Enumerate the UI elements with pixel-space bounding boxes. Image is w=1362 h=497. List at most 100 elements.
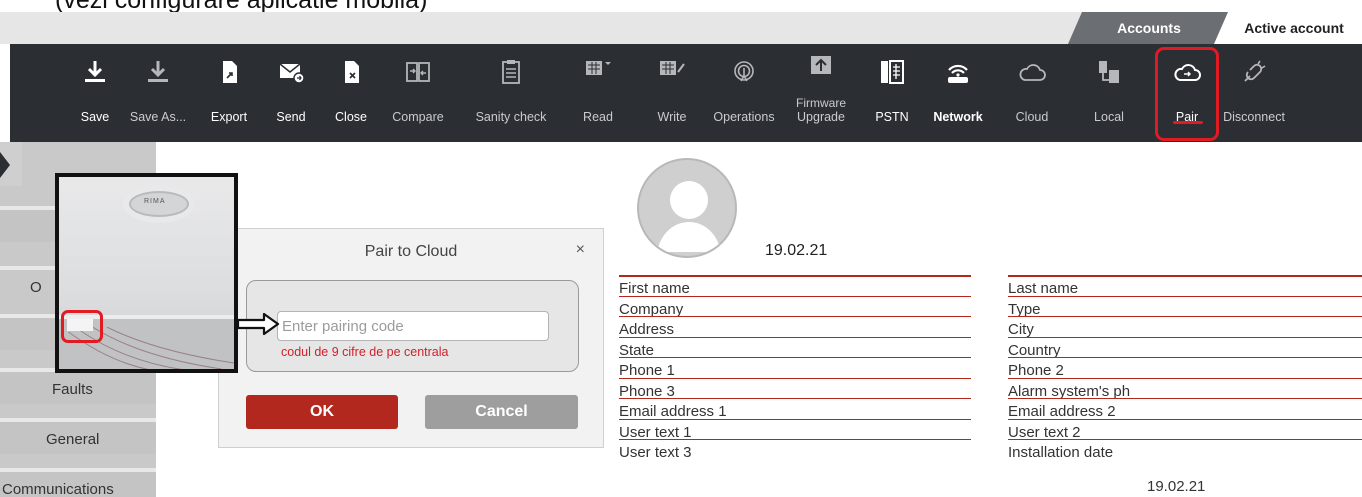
close-button[interactable]: Close	[328, 44, 374, 142]
checklist-icon	[502, 60, 520, 84]
field-divider	[1008, 398, 1362, 399]
field-label[interactable]: Country	[1008, 340, 1061, 362]
compare-button[interactable]: Compare	[384, 44, 452, 142]
field-divider	[1008, 439, 1362, 440]
calendar-read-icon	[586, 61, 611, 75]
unlink-icon	[1244, 60, 1266, 82]
field-divider	[619, 275, 971, 277]
field-label[interactable]: Alarm system's ph	[1008, 381, 1130, 403]
pairing-code-input[interactable]	[277, 311, 549, 341]
field-label[interactable]: Email address 1	[619, 401, 727, 423]
export-button[interactable]: Export	[202, 44, 256, 142]
read-button[interactable]: Read	[572, 44, 624, 142]
app-window: (vezi configurare aplicatie mobila) Acco…	[0, 0, 1362, 497]
disconnect-label: Disconnect	[1223, 110, 1285, 124]
tab-accounts[interactable]: Accounts	[1068, 12, 1230, 44]
field-divider	[619, 418, 971, 420]
close-icon[interactable]: ×	[576, 241, 585, 259]
field-divider	[1008, 316, 1362, 317]
usb-plug-icon	[1099, 61, 1119, 83]
phone-keypad-icon	[881, 60, 904, 84]
firmware-upgrade-button[interactable]: Firmware Upgrade	[786, 44, 856, 142]
profile-date: 19.02.21	[765, 242, 828, 259]
local-label: Local	[1094, 110, 1124, 124]
field-label[interactable]: Email address 2	[1008, 401, 1116, 423]
compare-icon	[406, 62, 430, 82]
sidebar-item-faults[interactable]: Faults	[0, 368, 156, 404]
field-divider	[619, 357, 971, 358]
fingerprint-icon	[734, 61, 754, 82]
field-label[interactable]: User text 3	[619, 442, 692, 464]
pairing-code-group: codul de 9 cifre de pe centrala	[246, 280, 579, 372]
cloud-label: Cloud	[1015, 110, 1049, 124]
field-label[interactable]: User text 1	[619, 422, 692, 444]
close-label: Close	[335, 110, 367, 124]
send-button[interactable]: Send	[266, 44, 316, 142]
device-logo: RIMA	[144, 198, 166, 205]
sanity-check-button[interactable]: Sanity check	[458, 44, 564, 142]
pstn-label: PSTN	[875, 110, 909, 124]
pair-highlight-box	[1155, 47, 1219, 141]
operations-button[interactable]: Operations	[706, 44, 782, 142]
field-label[interactable]: State	[619, 340, 654, 362]
field-label[interactable]: Phone 3	[619, 381, 675, 403]
main-toolbar: Save Save As... Export Send Close Compar…	[10, 44, 1362, 142]
sidebar-item-communications[interactable]: Communications	[0, 468, 156, 497]
file-close-icon	[345, 61, 359, 83]
mail-send-icon	[279, 63, 305, 84]
field-divider	[1008, 275, 1362, 277]
sidebar-collapse-tab[interactable]	[0, 142, 22, 186]
file-export-icon	[223, 61, 237, 83]
field-label[interactable]: Phone 2	[1008, 360, 1064, 382]
device-photo: RIMA	[55, 173, 238, 373]
tab-active-account[interactable]: Active account	[1214, 12, 1362, 44]
download-icon	[85, 61, 105, 82]
write-label: Write	[657, 110, 687, 124]
field-label[interactable]: Installation date	[1008, 442, 1113, 464]
field-divider	[1008, 377, 1362, 379]
tab-strip: Accounts Active account	[0, 12, 1362, 44]
read-label: Read	[583, 110, 613, 124]
cancel-button[interactable]: Cancel	[425, 395, 578, 429]
arrow-right-icon	[236, 312, 280, 336]
field-label[interactable]: Type	[1008, 299, 1041, 321]
installation-date-value: 19.02.21	[1147, 478, 1206, 495]
avatar[interactable]	[637, 158, 737, 258]
cloud-icon	[1019, 64, 1046, 81]
field-divider	[619, 295, 971, 297]
sidebar-item-general[interactable]: General	[0, 418, 156, 454]
field-label[interactable]: Phone 1	[619, 360, 675, 382]
save-as-button[interactable]: Save As...	[126, 44, 190, 142]
network-button[interactable]: Network	[926, 44, 990, 142]
pair-to-cloud-dialog: Pair to Cloud × codul de 9 cifre de pe c…	[218, 228, 604, 448]
save-label: Save	[80, 110, 110, 124]
field-label[interactable]: City	[1008, 319, 1034, 341]
field-label[interactable]: User text 2	[1008, 422, 1081, 444]
pstn-button[interactable]: PSTN	[866, 44, 918, 142]
cloud-button[interactable]: Cloud	[1006, 44, 1058, 142]
dialog-title: Pair to Cloud	[364, 243, 458, 260]
local-button[interactable]: Local	[1084, 44, 1134, 142]
field-divider	[619, 439, 971, 440]
download-icon	[148, 61, 168, 82]
field-label[interactable]: Address	[619, 319, 674, 341]
sanity-check-label: Sanity check	[475, 110, 547, 124]
network-label: Network	[933, 110, 983, 124]
field-divider	[619, 377, 971, 379]
field-label[interactable]: First name	[619, 278, 690, 300]
firmware-label: Firmware	[796, 96, 846, 110]
disconnect-button[interactable]: Disconnect	[1216, 44, 1292, 142]
write-button[interactable]: Write	[646, 44, 698, 142]
ok-button[interactable]: OK	[246, 395, 398, 429]
send-label: Send	[276, 110, 306, 124]
field-label[interactable]: Last name	[1008, 278, 1078, 300]
field-divider	[1008, 336, 1362, 338]
compare-label: Compare	[392, 110, 444, 124]
pair-active-underline	[1173, 121, 1203, 124]
router-wifi-icon	[948, 64, 968, 83]
upload-chip-icon	[811, 56, 831, 74]
sticker-highlight-box	[61, 310, 103, 343]
operations-label: Operations	[713, 110, 775, 124]
field-label[interactable]: Company	[619, 299, 683, 321]
save-button[interactable]: Save	[72, 44, 118, 142]
